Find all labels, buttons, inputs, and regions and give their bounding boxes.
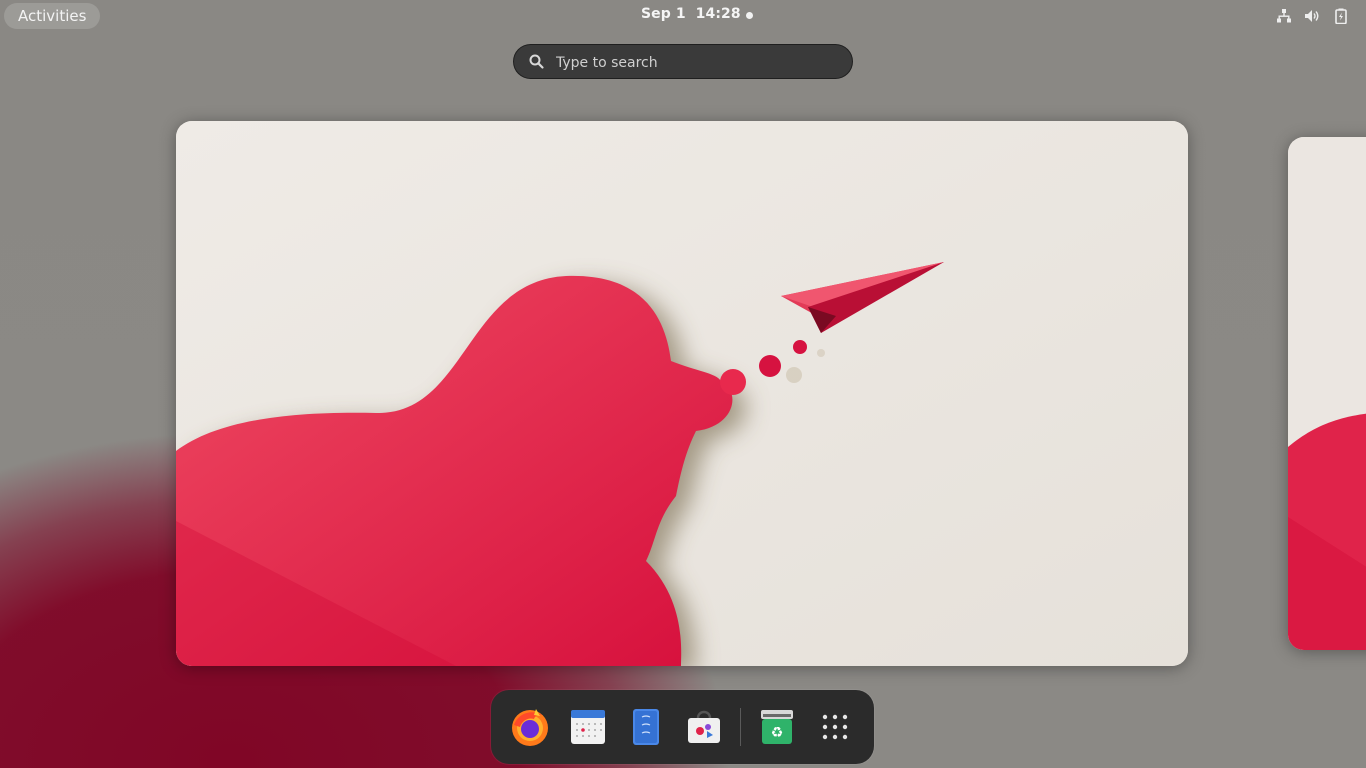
text-editor-icon[interactable] — [624, 705, 668, 749]
workspace-thumbnail-next[interactable] — [1288, 137, 1366, 650]
trash-icon[interactable]: ♻ — [755, 705, 799, 749]
wallpaper-image — [176, 121, 1188, 666]
dock: ♻ — [491, 690, 874, 764]
software-store-icon[interactable] — [682, 705, 726, 749]
svg-text:♻: ♻ — [771, 725, 784, 741]
notification-dot — [746, 12, 753, 19]
network-wired-icon[interactable] — [1276, 8, 1292, 24]
search-input[interactable] — [554, 50, 843, 76]
clock-date: Sep 1 — [641, 6, 686, 22]
search-icon — [529, 54, 544, 69]
battery-charging-icon[interactable] — [1333, 8, 1349, 24]
dock-separator — [740, 708, 741, 746]
workspace-thumbnail-current[interactable] — [176, 121, 1188, 666]
activities-button[interactable]: Activities — [4, 3, 101, 29]
search-bar[interactable] — [513, 44, 853, 79]
clock[interactable]: Sep 1 14:28 — [641, 6, 741, 22]
top-bar: Activities Sep 1 14:28 — [0, 0, 1366, 32]
firefox-icon[interactable] — [508, 705, 552, 749]
speaker-volume-icon[interactable] — [1304, 8, 1320, 24]
app-grid-icon[interactable] — [813, 705, 857, 749]
clock-time: 14:28 — [695, 6, 741, 22]
wallpaper-image — [1288, 137, 1366, 650]
calendar-icon[interactable] — [566, 705, 610, 749]
